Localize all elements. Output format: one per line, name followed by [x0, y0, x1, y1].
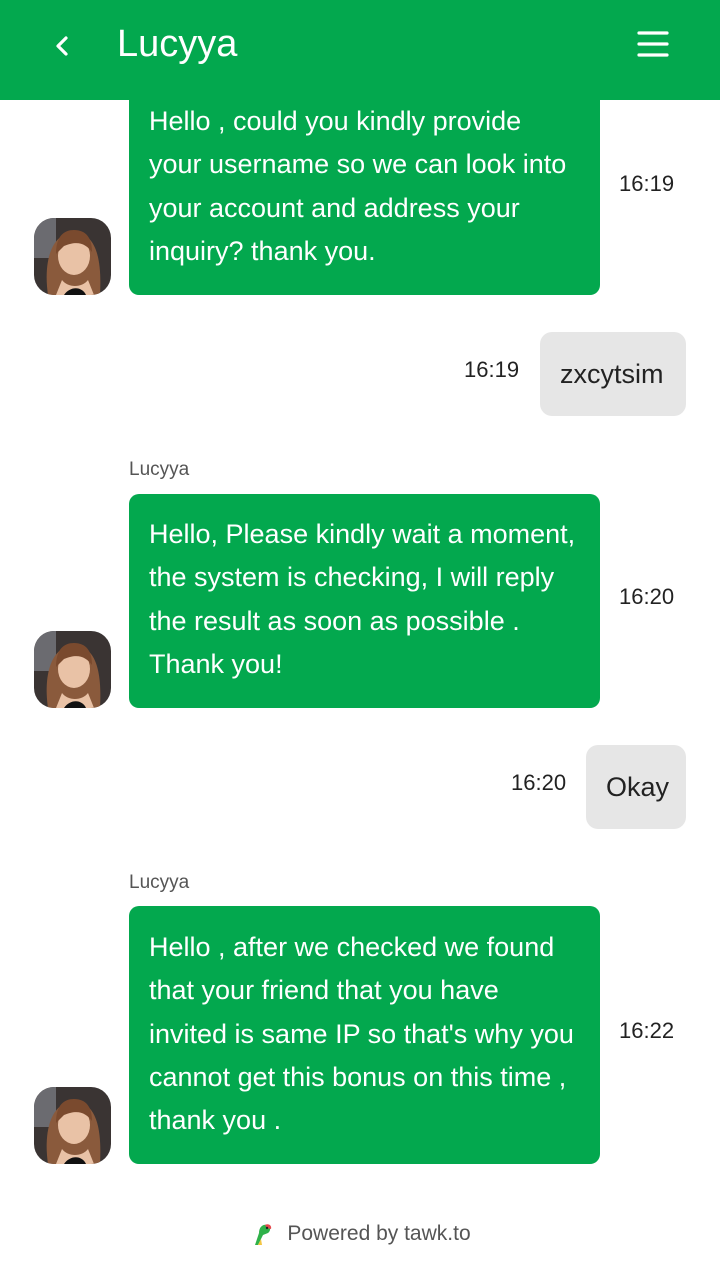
chat-header: Lucyya: [0, 0, 720, 100]
message-text: Hello, Please kindly wait a moment, the …: [149, 519, 576, 679]
agent-message-bubble: Hello , could you kindly provide your us…: [129, 87, 600, 295]
chevron-left-icon: [56, 36, 68, 56]
page-title: Lucyya: [117, 23, 238, 65]
agent-avatar: [34, 631, 111, 708]
powered-by-link[interactable]: Powered by tawk.to: [287, 1222, 470, 1246]
back-button[interactable]: [40, 24, 84, 68]
agent-avatar-image: [34, 1087, 111, 1164]
chat-area[interactable]: Hello , could you kindly provide your us…: [0, 0, 720, 1280]
tawk-parrot-icon: [249, 1221, 275, 1247]
agent-avatar: [34, 1087, 111, 1164]
powered-by-footer: Powered by tawk.to: [0, 1216, 720, 1252]
agent-message-bubble: Hello , after we checked we found that y…: [129, 906, 600, 1164]
message-text: Hello , could you kindly provide your us…: [149, 106, 567, 266]
message-time: 16:20: [511, 770, 567, 795]
sender-name: Lucyya: [129, 459, 190, 480]
message-time: 16:19: [464, 357, 520, 382]
message-text: Okay: [606, 772, 670, 802]
user-message-bubble: Okay: [586, 745, 686, 829]
message-text: zxcytsim: [560, 359, 664, 389]
agent-avatar-image: [34, 218, 111, 295]
hamburger-menu-icon: [637, 31, 669, 57]
menu-button[interactable]: [628, 22, 678, 66]
agent-avatar: [34, 218, 111, 295]
message-time: 16:22: [619, 1018, 675, 1043]
sender-name: Lucyya: [129, 872, 190, 893]
user-message-bubble: zxcytsim: [540, 332, 686, 416]
agent-avatar-image: [34, 631, 111, 708]
message-time: 16:19: [619, 171, 675, 196]
message-text: Hello , after we checked we found that y…: [149, 932, 574, 1136]
agent-message-bubble: Hello, Please kindly wait a moment, the …: [129, 494, 600, 708]
message-time: 16:20: [619, 584, 675, 609]
